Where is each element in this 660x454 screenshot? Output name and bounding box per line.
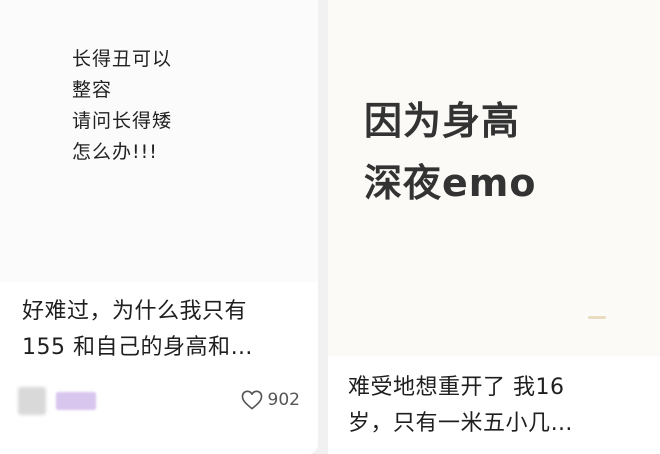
cover-line: 长得丑可以: [72, 48, 173, 70]
cover-text: 因为身高 深夜emo: [364, 90, 536, 214]
note-title-line: 难受地想重开了 我16: [348, 375, 565, 400]
note-title-line: 岁，只有一米五小几…: [348, 411, 574, 436]
note-cover-image[interactable]: 因为身高 深夜emo: [328, 0, 660, 356]
cover-text: 长得丑可以 整容 请问长得矮 怎么办!!!: [72, 44, 172, 168]
note-cover-image[interactable]: 长得丑可以 整容 请问长得矮 怎么办!!!: [0, 0, 318, 282]
like-button[interactable]: 902: [241, 390, 300, 410]
note-title[interactable]: 好难过，为什么我只有 155 和自己的身高和…: [22, 294, 312, 366]
author-name-blurred[interactable]: [56, 392, 96, 410]
heart-outline-icon: [241, 390, 263, 410]
note-card[interactable]: 因为身高 深夜emo 难受地想重开了 我16 岁，只有一米五小几…: [328, 0, 660, 454]
cover-line: 整容: [72, 79, 113, 101]
decorative-dash: [588, 316, 606, 319]
cover-line: 因为身高: [364, 99, 521, 143]
note-title-line: 好难过，为什么我只有: [22, 299, 248, 324]
note-title-line: 155 和自己的身高和…: [22, 335, 253, 360]
author-info[interactable]: [18, 387, 96, 415]
author-avatar[interactable]: [18, 387, 46, 415]
note-title[interactable]: 难受地想重开了 我16 岁，只有一米五小几…: [348, 370, 653, 442]
note-card[interactable]: 长得丑可以 整容 请问长得矮 怎么办!!! 好难过，为什么我只有 155 和自己…: [0, 0, 318, 454]
cover-line: 请问长得矮: [72, 110, 173, 132]
note-feed: 长得丑可以 整容 请问长得矮 怎么办!!! 好难过，为什么我只有 155 和自己…: [0, 0, 660, 454]
cover-line: 深夜emo: [364, 161, 537, 205]
cover-line: 怎么办!!!: [72, 141, 158, 163]
like-count: 902: [267, 390, 300, 410]
